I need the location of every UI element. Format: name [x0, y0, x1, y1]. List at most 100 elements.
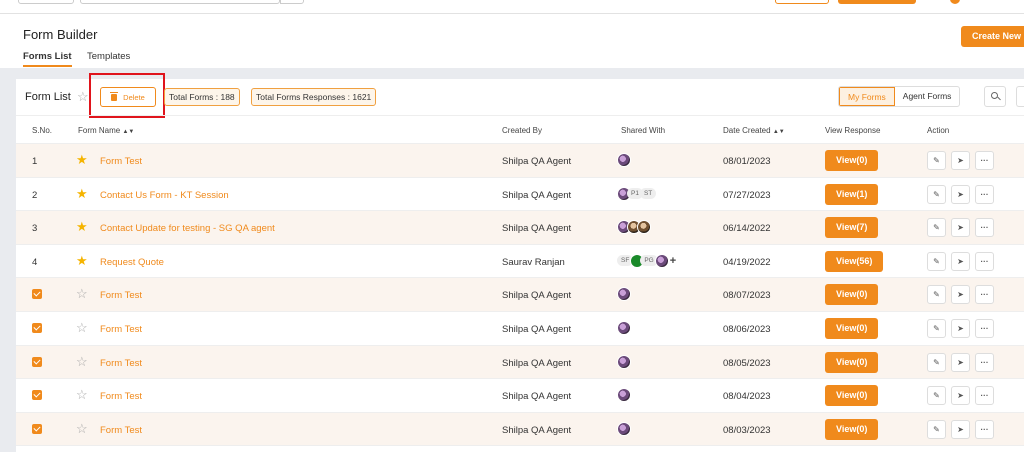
- send-icon[interactable]: ➤: [951, 251, 970, 271]
- row-checkbox[interactable]: [32, 323, 42, 333]
- nav-dropdown[interactable]: [18, 0, 74, 4]
- star-icon[interactable]: ☆: [76, 320, 88, 336]
- send-icon[interactable]: ➤: [951, 184, 970, 204]
- send-icon[interactable]: ➤: [951, 285, 970, 305]
- edit-icon[interactable]: ✎: [927, 386, 946, 406]
- more-icon[interactable]: ···: [975, 218, 994, 238]
- avatar: [617, 153, 631, 167]
- send-icon[interactable]: ➤: [951, 419, 970, 439]
- search-icon: [991, 92, 998, 99]
- plus-icon[interactable]: +: [670, 255, 676, 267]
- star-icon[interactable]: ☆: [76, 421, 88, 437]
- form-name-link[interactable]: Form Test: [100, 324, 142, 335]
- table-header: S.No. Form Name ▲▼ Created By Shared Wit…: [16, 115, 1024, 144]
- more-icon[interactable]: ···: [975, 285, 994, 305]
- table-row[interactable]: ☆ Form Test Shilpa QA Agent 08/03/2023 V…: [16, 412, 1024, 447]
- row-checkbox[interactable]: [32, 289, 42, 300]
- table-row[interactable]: ☆ Form Test Shilpa QA Agent 08/05/2023 V…: [16, 345, 1024, 380]
- edit-icon[interactable]: ✎: [927, 419, 946, 439]
- edit-icon[interactable]: ✎: [927, 151, 946, 170]
- global-search-input[interactable]: [80, 0, 280, 4]
- form-name-link[interactable]: Form Test: [100, 358, 142, 369]
- view-response-button[interactable]: View(0): [825, 318, 879, 339]
- created-by: Shilpa QA Agent: [502, 424, 572, 436]
- table-row[interactable]: ☆ Form Test Shilpa QA Agent 08/07/2023 V…: [16, 278, 1024, 312]
- nav-primary-button[interactable]: [838, 0, 916, 4]
- date-created: 08/01/2023: [723, 156, 771, 167]
- avatar: [617, 388, 631, 403]
- nav-outline-button[interactable]: [775, 0, 829, 4]
- star-filled-icon[interactable]: ★: [76, 219, 88, 235]
- avatar: [617, 354, 631, 369]
- form-name-link[interactable]: Form Test: [100, 391, 142, 402]
- view-response-button[interactable]: View(0): [825, 385, 879, 407]
- row-checkbox[interactable]: [32, 423, 42, 434]
- row-checkbox[interactable]: [32, 356, 42, 367]
- edit-icon[interactable]: ✎: [927, 251, 946, 271]
- more-icon[interactable]: ···: [975, 352, 994, 372]
- send-icon[interactable]: ➤: [951, 151, 970, 170]
- form-name-link[interactable]: Form Test: [100, 425, 142, 436]
- table-row[interactable]: ☆ Form Test Shilpa QA Agent 08/06/2023 V…: [16, 312, 1024, 346]
- table-row[interactable]: 2 ★ Contact Us Form - KT Session Shilpa …: [16, 178, 1024, 212]
- table-row[interactable]: 3 ★ Contact Update for testing - SG QA a…: [16, 211, 1024, 245]
- send-icon[interactable]: ➤: [951, 218, 970, 238]
- form-name-link[interactable]: Form Test: [100, 156, 142, 167]
- tab-templates[interactable]: Templates: [87, 51, 130, 65]
- form-name-link[interactable]: Request Quote: [100, 257, 164, 268]
- edit-icon[interactable]: ✎: [927, 184, 946, 204]
- edit-icon[interactable]: ✎: [927, 218, 946, 238]
- send-icon[interactable]: ➤: [951, 352, 970, 372]
- view-response-button[interactable]: View(56): [825, 250, 884, 272]
- tab-forms-list[interactable]: Forms List: [23, 51, 72, 67]
- star-filled-icon[interactable]: ★: [76, 253, 88, 269]
- user-avatar[interactable]: [950, 0, 960, 4]
- view-response-button[interactable]: View(0): [825, 351, 879, 373]
- create-new-button[interactable]: Create New: [961, 26, 1024, 47]
- more-icon[interactable]: ···: [975, 386, 994, 406]
- more-icon[interactable]: ···: [975, 184, 994, 204]
- tab-agent-forms[interactable]: Agent Forms: [895, 87, 960, 106]
- table-row[interactable]: 1 ★ Form Test Shilpa QA Agent 08/01/2023…: [16, 144, 1024, 178]
- edit-icon[interactable]: ✎: [927, 285, 946, 305]
- total-responses-badge: Total Forms Responses : 1621: [251, 88, 377, 106]
- more-icon[interactable]: ···: [975, 419, 994, 439]
- delete-button[interactable]: Delete: [100, 87, 156, 107]
- global-search-button[interactable]: [280, 0, 304, 4]
- send-icon[interactable]: ➤: [951, 386, 970, 406]
- view-response-button[interactable]: View(0): [825, 418, 879, 440]
- star-icon[interactable]: ☆: [77, 89, 89, 105]
- col-date-created[interactable]: Date Created ▲▼: [723, 126, 785, 135]
- star-icon[interactable]: ☆: [76, 286, 88, 302]
- avatar-initials: ST: [639, 188, 657, 200]
- view-response-button[interactable]: View(0): [825, 150, 879, 171]
- tab-my-forms[interactable]: My Forms: [839, 87, 895, 106]
- shared-with-avatars: [617, 421, 631, 436]
- filter-button[interactable]: [1016, 86, 1024, 107]
- form-name-link[interactable]: Form Test: [100, 290, 142, 301]
- form-list-panel: Form List ☆ Delete Total Forms : 188 Tot…: [16, 73, 1024, 452]
- col-form-name[interactable]: Form Name ▲▼: [78, 126, 134, 135]
- row-checkbox[interactable]: [32, 390, 42, 401]
- star-icon[interactable]: ☆: [76, 354, 88, 370]
- view-response-button[interactable]: View(7): [825, 217, 879, 239]
- more-icon[interactable]: ···: [975, 251, 994, 271]
- send-icon[interactable]: ➤: [951, 319, 970, 338]
- star-filled-icon[interactable]: ★: [76, 152, 88, 168]
- created-by: Shilpa QA Agent: [502, 357, 572, 369]
- star-filled-icon[interactable]: ★: [76, 186, 88, 202]
- form-name-link[interactable]: Contact Update for testing - SG QA agent: [100, 223, 275, 234]
- edit-icon[interactable]: ✎: [927, 319, 946, 338]
- more-icon[interactable]: ···: [975, 319, 994, 338]
- form-name-link[interactable]: Contact Us Form - KT Session: [100, 190, 229, 201]
- edit-icon[interactable]: ✎: [927, 352, 946, 372]
- table-row[interactable]: ☆ Form Test Shilpa QA Agent 08/04/2023 V…: [16, 379, 1024, 413]
- star-icon[interactable]: ☆: [76, 387, 88, 403]
- shared-with-avatars: [617, 287, 631, 302]
- table-row[interactable]: 4 ★ Request Quote Saurav Ranjan SF PG + 04…: [16, 245, 1024, 279]
- more-icon[interactable]: ···: [975, 151, 994, 170]
- view-response-button[interactable]: View(1): [825, 183, 879, 205]
- date-created: 07/27/2023: [723, 189, 771, 201]
- search-button[interactable]: [984, 86, 1006, 107]
- view-response-button[interactable]: View(0): [825, 284, 879, 306]
